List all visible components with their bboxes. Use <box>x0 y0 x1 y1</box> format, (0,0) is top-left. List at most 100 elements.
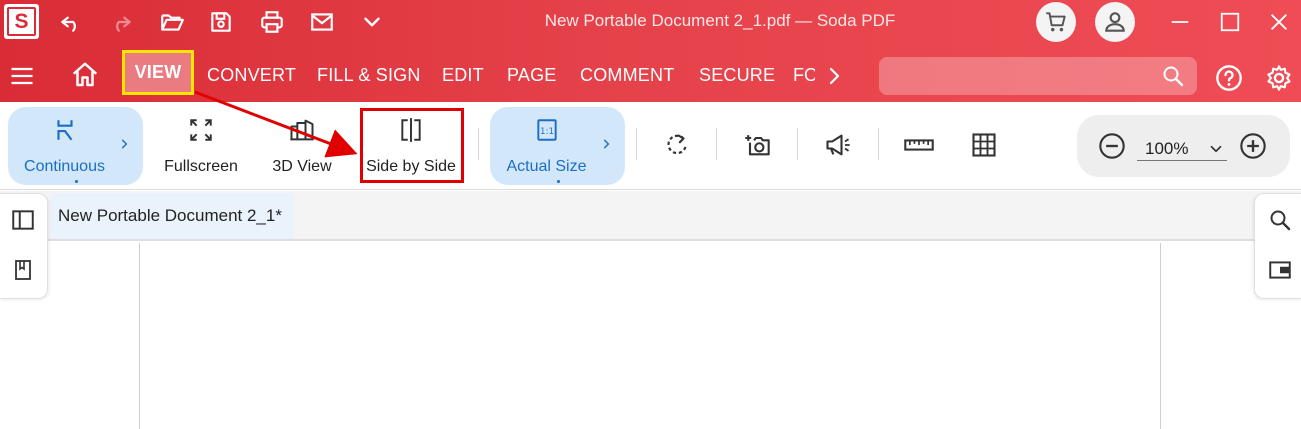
chevron-right-icon[interactable] <box>117 137 131 151</box>
document-tab-bar: New Portable Document 2_1* <box>0 191 1301 241</box>
view-ribbon: Continuous Fullscreen 3D View Side by Si… <box>0 102 1301 190</box>
continuous-button[interactable]: Continuous <box>8 107 143 185</box>
save-icon <box>211 12 231 32</box>
main-menu-bar: VIEW CONVERT FILL & SIGN EDIT PAGE COMME… <box>0 48 1301 102</box>
ribbon-divider <box>716 128 717 160</box>
menu-page[interactable]: PAGE <box>507 65 556 86</box>
dropdown-dot <box>556 180 560 183</box>
user-icon <box>1105 12 1125 32</box>
shopping-cart-icon <box>1046 12 1066 32</box>
3d-view-icon <box>290 119 314 141</box>
document-tab[interactable]: New Portable Document 2_1* <box>50 193 294 239</box>
close-icon <box>1271 14 1287 30</box>
megaphone-icon <box>826 134 850 156</box>
left-side-panel <box>0 193 48 299</box>
search-box[interactable] <box>879 57 1197 95</box>
undo-button[interactable] <box>57 8 85 36</box>
ribbon-divider <box>797 128 798 160</box>
actual-size-button[interactable]: 1:1 Actual Size <box>490 107 625 185</box>
3d-view-label: 3D View <box>272 158 332 175</box>
save-button[interactable] <box>207 8 235 36</box>
search-icon[interactable] <box>1161 64 1185 88</box>
hamburger-menu-icon[interactable] <box>8 62 36 90</box>
fullscreen-button[interactable]: Fullscreen <box>160 107 242 185</box>
continuous-label: Continuous <box>24 158 105 175</box>
menu-edit[interactable]: EDIT <box>442 65 484 86</box>
properties-panel-button[interactable] <box>1266 256 1294 284</box>
rotate-icon <box>667 134 687 155</box>
fullscreen-label: Fullscreen <box>164 158 238 175</box>
open-button[interactable] <box>158 8 186 36</box>
open-folder-icon <box>161 14 184 31</box>
undo-icon <box>61 16 76 32</box>
print-button[interactable] <box>258 8 286 36</box>
menu-forms-truncated[interactable]: FO <box>793 62 815 90</box>
right-side-panel <box>1254 193 1301 299</box>
search-icon <box>1270 210 1291 231</box>
chevron-down-icon <box>1210 145 1222 153</box>
bookmarks-panel-button[interactable] <box>9 256 37 284</box>
zoom-in-icon[interactable] <box>1239 132 1267 160</box>
document-page[interactable] <box>139 243 1161 429</box>
search-input[interactable] <box>889 63 1149 89</box>
minimize-icon <box>1171 21 1189 23</box>
search-panel-button[interactable] <box>1266 206 1294 234</box>
camera-add-icon <box>745 135 770 156</box>
redo-button[interactable] <box>107 8 135 36</box>
app-logo-letter: S <box>7 7 36 36</box>
zoom-control: 100% <box>1077 115 1290 177</box>
document-tab-title: New Portable Document 2_1* <box>58 206 282 225</box>
presentation-mode-button[interactable] <box>821 128 855 162</box>
redo-icon <box>116 16 131 32</box>
maximize-button[interactable] <box>1215 8 1245 36</box>
customize-quick-access-button[interactable] <box>358 8 386 36</box>
minimize-button[interactable] <box>1165 8 1195 36</box>
menu-fill-and-sign[interactable]: FILL & SIGN <box>317 65 421 86</box>
help-icon[interactable] <box>1215 64 1243 92</box>
cart-button[interactable] <box>1036 2 1076 42</box>
fullscreen-icon <box>190 119 212 141</box>
snapshot-button[interactable] <box>740 128 774 162</box>
top-bar: S New Portable Document 2_1.pdf — Soda P… <box>0 0 1301 102</box>
actual-size-icon: 1:1 <box>536 119 557 141</box>
print-icon <box>261 11 283 33</box>
actual-size-label: Actual Size <box>506 158 587 175</box>
ruler-icon <box>904 139 934 151</box>
email-icon <box>311 13 333 31</box>
actual-size-ratio: 1:1 <box>540 127 554 137</box>
settings-gear-icon[interactable] <box>1265 64 1293 92</box>
annotation-highlight-box <box>360 108 464 183</box>
rotate-button[interactable] <box>660 128 694 162</box>
picture-in-picture-icon <box>1269 261 1291 279</box>
email-button[interactable] <box>308 8 336 36</box>
ribbon-divider <box>478 128 479 160</box>
title-bar: S New Portable Document 2_1.pdf — Soda P… <box>0 0 1301 44</box>
3d-view-button[interactable]: 3D View <box>266 107 338 185</box>
menu-comment[interactable]: COMMENT <box>580 65 674 86</box>
menu-secure[interactable]: SECURE <box>699 65 775 86</box>
menu-convert[interactable]: CONVERT <box>207 65 296 86</box>
soda-pdf-window: S New Portable Document 2_1.pdf — Soda P… <box>0 0 1301 429</box>
thumbnails-panel-button[interactable] <box>9 206 37 234</box>
menu-view[interactable]: VIEW <box>122 50 194 95</box>
zoom-level-dropdown[interactable]: 100% <box>1137 135 1227 161</box>
menu-scroll-right-icon[interactable] <box>822 62 846 90</box>
account-button[interactable] <box>1095 2 1135 42</box>
ribbon-divider <box>878 128 879 160</box>
bookmark-icon <box>15 260 31 280</box>
grid-button[interactable] <box>967 128 1001 162</box>
continuous-scroll-icon <box>56 120 73 141</box>
chevron-down-icon <box>364 17 380 27</box>
home-icon[interactable] <box>70 60 100 90</box>
ribbon-divider <box>636 128 637 160</box>
sidebar-panel-icon <box>12 210 34 230</box>
zoom-out-icon[interactable] <box>1098 132 1126 160</box>
dropdown-dot <box>74 180 78 183</box>
close-button[interactable] <box>1264 8 1294 36</box>
app-logo[interactable]: S <box>4 4 39 39</box>
window-title: New Portable Document 2_1.pdf — Soda PDF <box>544 11 896 30</box>
zoom-level-value: 100% <box>1145 139 1189 158</box>
ruler-button[interactable] <box>902 128 936 162</box>
grid-icon <box>972 133 996 157</box>
chevron-right-icon[interactable] <box>599 137 613 151</box>
